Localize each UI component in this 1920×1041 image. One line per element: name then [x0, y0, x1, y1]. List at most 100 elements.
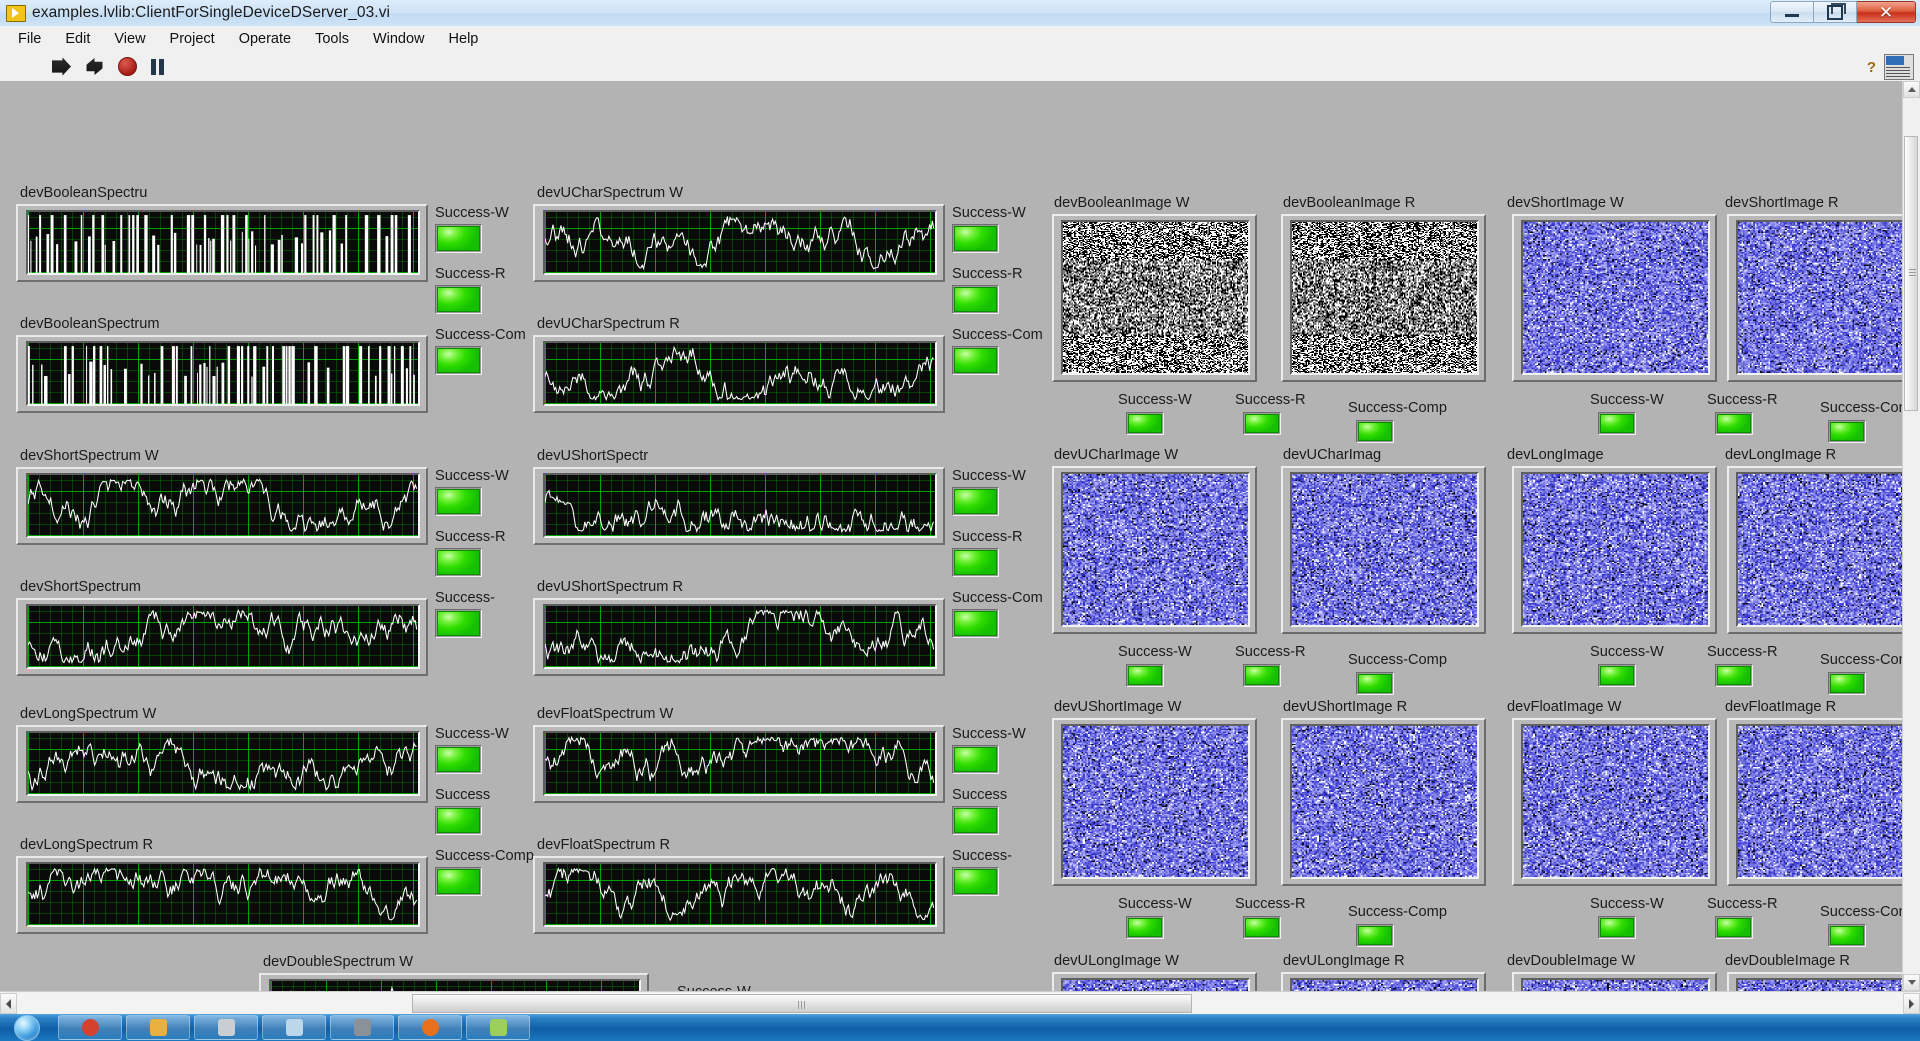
- close-button[interactable]: ✕: [1857, 1, 1916, 23]
- image-indicator[interactable]: [1052, 214, 1257, 382]
- success-led-indicator[interactable]: [1356, 924, 1394, 947]
- run-arrow-icon[interactable]: [52, 57, 71, 76]
- minimize-button[interactable]: [1770, 1, 1814, 23]
- spectrum-graph[interactable]: [533, 725, 945, 803]
- success-led-indicator[interactable]: [1828, 924, 1866, 947]
- image-display-area[interactable]: [1290, 220, 1479, 375]
- image-indicator[interactable]: [1727, 214, 1904, 382]
- menu-item-view[interactable]: View: [102, 28, 157, 50]
- image-display-area[interactable]: [1290, 724, 1479, 879]
- success-led-indicator[interactable]: [1126, 916, 1164, 939]
- taskbar-item[interactable]: [466, 1015, 530, 1040]
- success-led-indicator[interactable]: [952, 609, 999, 638]
- success-led-indicator[interactable]: [952, 487, 999, 516]
- graph-plot-area[interactable]: [26, 210, 420, 275]
- image-indicator[interactable]: [1281, 972, 1486, 991]
- horizontal-scroll-track[interactable]: [17, 993, 1903, 1014]
- menu-item-operate[interactable]: Operate: [227, 28, 303, 50]
- image-display-area[interactable]: [1061, 978, 1250, 991]
- menu-item-project[interactable]: Project: [158, 28, 227, 50]
- image-indicator[interactable]: [1281, 214, 1486, 382]
- image-display-area[interactable]: [1736, 472, 1904, 627]
- spectrum-graph[interactable]: [16, 856, 428, 934]
- success-led-indicator[interactable]: [435, 346, 482, 375]
- success-led-indicator[interactable]: [1243, 916, 1281, 939]
- image-display-area[interactable]: [1736, 724, 1904, 879]
- success-led-indicator[interactable]: [1243, 412, 1281, 435]
- image-indicator[interactable]: [1281, 466, 1486, 634]
- scroll-left-arrow[interactable]: [0, 993, 17, 1014]
- taskbar-item[interactable]: [398, 1015, 462, 1040]
- graph-plot-area[interactable]: [543, 731, 937, 796]
- image-indicator[interactable]: [1281, 718, 1486, 886]
- image-indicator[interactable]: [1727, 718, 1904, 886]
- menu-item-help[interactable]: Help: [437, 28, 491, 50]
- success-led-indicator[interactable]: [435, 285, 482, 314]
- taskbar-item[interactable]: [58, 1015, 122, 1040]
- scroll-down-arrow[interactable]: [1903, 974, 1920, 991]
- spectrum-graph[interactable]: [259, 973, 649, 991]
- success-led-indicator[interactable]: [435, 548, 482, 577]
- maximize-button[interactable]: [1814, 1, 1857, 23]
- success-led-indicator[interactable]: [952, 346, 999, 375]
- success-led-indicator[interactable]: [435, 867, 482, 896]
- success-led-indicator[interactable]: [952, 548, 999, 577]
- success-led-indicator[interactable]: [1715, 664, 1753, 687]
- graph-plot-area[interactable]: [543, 341, 937, 406]
- graph-plot-area[interactable]: [26, 473, 420, 538]
- menu-item-edit[interactable]: Edit: [53, 28, 102, 50]
- image-indicator[interactable]: [1512, 214, 1717, 382]
- image-indicator[interactable]: [1727, 972, 1904, 991]
- image-display-area[interactable]: [1061, 472, 1250, 627]
- taskbar-item[interactable]: [262, 1015, 326, 1040]
- image-display-area[interactable]: [1290, 472, 1479, 627]
- spectrum-graph[interactable]: [16, 467, 428, 545]
- scroll-up-arrow[interactable]: [1903, 81, 1920, 98]
- success-led-indicator[interactable]: [952, 806, 999, 835]
- horizontal-scroll-thumb[interactable]: [412, 994, 1192, 1013]
- success-led-indicator[interactable]: [1356, 672, 1394, 695]
- graph-plot-area[interactable]: [543, 604, 937, 669]
- image-indicator[interactable]: [1052, 466, 1257, 634]
- success-led-indicator[interactable]: [1715, 916, 1753, 939]
- image-indicator[interactable]: [1512, 972, 1717, 991]
- graph-plot-area[interactable]: [26, 862, 420, 927]
- success-led-indicator[interactable]: [435, 806, 482, 835]
- spectrum-graph[interactable]: [16, 725, 428, 803]
- spectrum-graph[interactable]: [533, 204, 945, 282]
- success-led-indicator[interactable]: [435, 224, 482, 253]
- graph-plot-area[interactable]: [269, 979, 641, 991]
- image-indicator[interactable]: [1052, 718, 1257, 886]
- vertical-scroll-thumb[interactable]: [1904, 136, 1918, 411]
- panel-vertical-scrollbar[interactable]: [1902, 81, 1920, 991]
- image-display-area[interactable]: [1521, 978, 1710, 991]
- abort-execution-icon[interactable]: [118, 57, 137, 76]
- spectrum-graph[interactable]: [533, 335, 945, 413]
- image-indicator[interactable]: [1512, 718, 1717, 886]
- run-continuously-icon[interactable]: [86, 57, 103, 76]
- pause-icon[interactable]: [151, 58, 164, 75]
- success-led-indicator[interactable]: [1126, 412, 1164, 435]
- graph-plot-area[interactable]: [543, 210, 937, 275]
- start-button[interactable]: [0, 1014, 54, 1041]
- success-led-indicator[interactable]: [952, 867, 999, 896]
- success-led-indicator[interactable]: [1243, 664, 1281, 687]
- image-display-area[interactable]: [1521, 220, 1710, 375]
- spectrum-graph[interactable]: [533, 856, 945, 934]
- success-led-indicator[interactable]: [1598, 664, 1636, 687]
- spectrum-graph[interactable]: [533, 467, 945, 545]
- image-display-area[interactable]: [1061, 724, 1250, 879]
- menu-item-file[interactable]: File: [6, 28, 53, 50]
- image-display-area[interactable]: [1061, 220, 1250, 375]
- spectrum-graph[interactable]: [533, 598, 945, 676]
- success-led-indicator[interactable]: [435, 487, 482, 516]
- success-led-indicator[interactable]: [1828, 672, 1866, 695]
- image-display-area[interactable]: [1736, 220, 1904, 375]
- graph-plot-area[interactable]: [26, 341, 420, 406]
- graph-plot-area[interactable]: [26, 604, 420, 669]
- spectrum-graph[interactable]: [16, 204, 428, 282]
- success-led-indicator[interactable]: [1598, 412, 1636, 435]
- success-led-indicator[interactable]: [1715, 412, 1753, 435]
- spectrum-graph[interactable]: [16, 598, 428, 676]
- image-display-area[interactable]: [1736, 978, 1904, 991]
